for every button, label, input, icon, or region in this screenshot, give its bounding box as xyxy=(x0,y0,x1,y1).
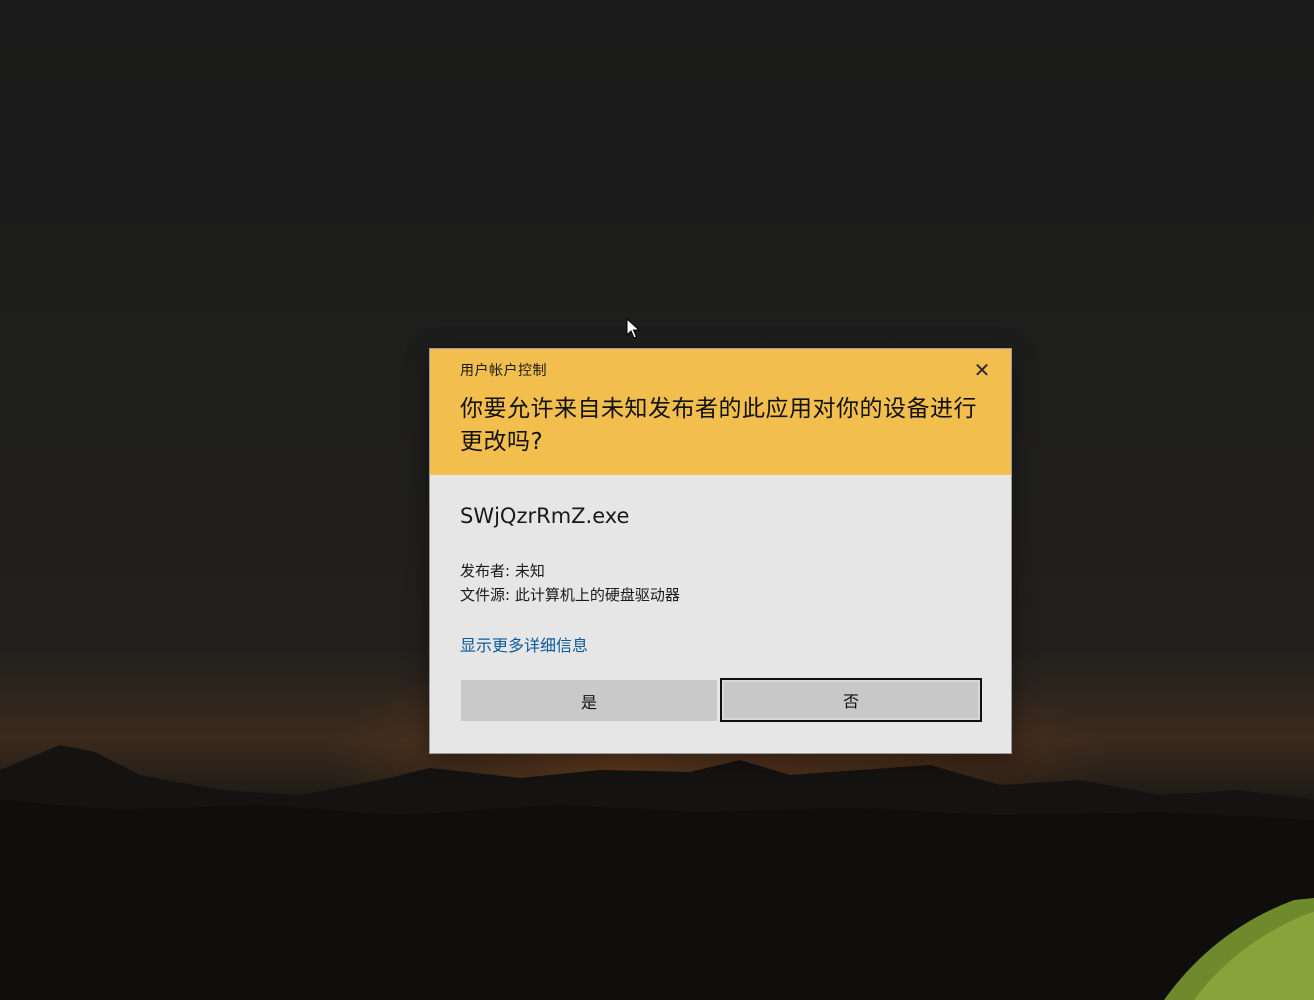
publisher-line: 发布者: 未知 xyxy=(460,562,545,580)
tent-graphic xyxy=(1164,898,1314,1000)
file-source-line: 文件源: 此计算机上的硬盘驱动器 xyxy=(460,586,680,604)
desktop-background: 用户帐户控制 ✕ 你要允许来自未知发布者的此应用对你的设备进行更改吗? SWjQ… xyxy=(0,0,1314,1000)
no-button[interactable]: 否 xyxy=(720,678,982,722)
dialog-caption: 用户帐户控制 xyxy=(460,363,547,379)
yes-button[interactable]: 是 xyxy=(461,680,717,721)
uac-dialog: 用户帐户控制 ✕ 你要允许来自未知发布者的此应用对你的设备进行更改吗? SWjQ… xyxy=(430,349,1011,753)
app-name: SWjQzrRmZ.exe xyxy=(460,504,630,528)
show-more-details-link[interactable]: 显示更多详细信息 xyxy=(460,632,588,656)
close-icon[interactable]: ✕ xyxy=(971,359,993,381)
mouse-cursor-icon xyxy=(626,318,640,339)
uac-header-banner: 用户帐户控制 ✕ 你要允许来自未知发布者的此应用对你的设备进行更改吗? xyxy=(430,349,1011,475)
uac-question: 你要允许来自未知发布者的此应用对你的设备进行更改吗? xyxy=(460,396,977,455)
publisher-details: 发布者: 未知 文件源: 此计算机上的硬盘驱动器 xyxy=(460,559,680,607)
